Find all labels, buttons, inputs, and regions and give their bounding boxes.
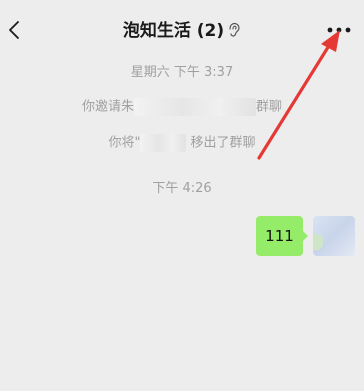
system-message-remove: 你将" 移出了群聊	[0, 134, 364, 153]
remove-suffix: 移出了群聊	[190, 135, 256, 151]
more-button[interactable]	[326, 22, 352, 38]
chat-title: 泡知生活 (2)	[122, 21, 225, 41]
invite-suffix: 群聊	[256, 99, 283, 115]
timestamp: 星期六 下午 3:37	[130, 65, 234, 80]
chat-header: 泡知生活 (2)	[0, 0, 364, 60]
chat-screen: 泡知生活 (2) 星期六 下午 3:37 你邀请朱 群聊 你将" 移出了群聊 下午 …	[0, 0, 364, 391]
redacted-name	[140, 134, 187, 152]
chat-title-wrap: 泡知生活 (2)	[0, 20, 364, 42]
timestamp: 下午 4:26	[152, 181, 212, 196]
avatar-shape	[313, 234, 323, 250]
avatar[interactable]	[313, 216, 355, 256]
invite-prefix: 你邀请朱	[81, 99, 134, 115]
more-dots-icon	[327, 27, 351, 33]
ear-icon	[227, 22, 241, 38]
remove-prefix: 你将"	[108, 135, 141, 151]
system-message-invite: 你邀请朱 群聊	[0, 98, 364, 117]
sent-message-bubble[interactable]: 111	[256, 216, 308, 256]
redacted-names	[134, 98, 256, 116]
